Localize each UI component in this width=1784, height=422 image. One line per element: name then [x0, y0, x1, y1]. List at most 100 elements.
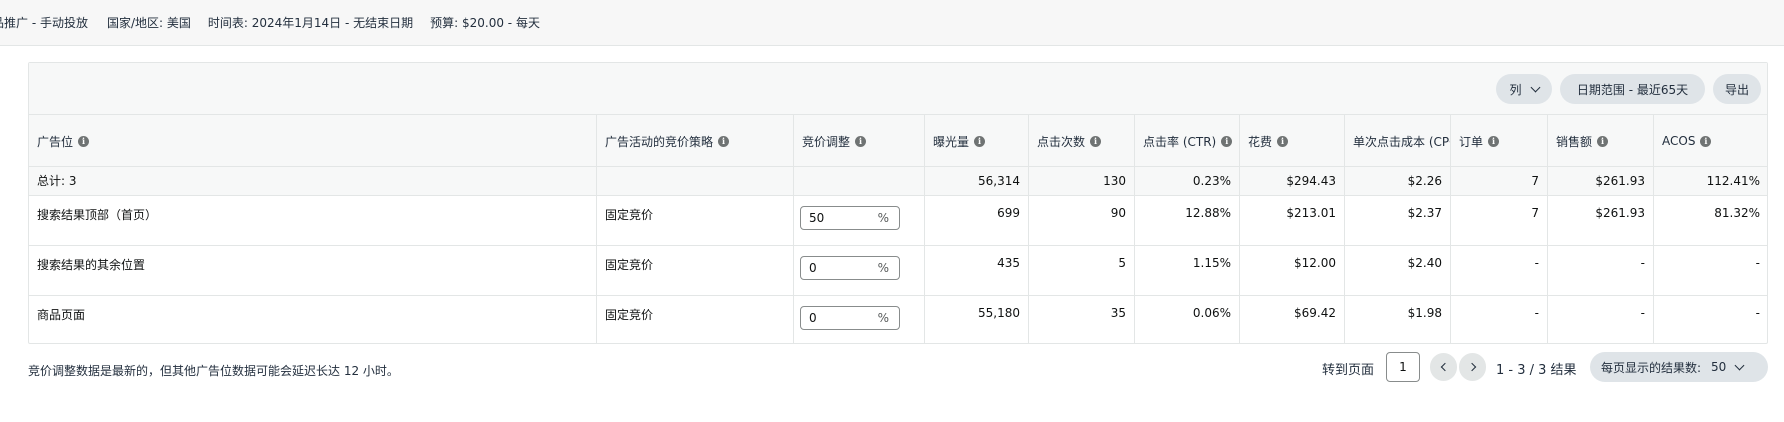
row-placement: 商品页面: [37, 308, 86, 322]
row-strategy: 固定竞价: [596, 246, 793, 295]
bid-value: 0: [809, 311, 817, 325]
row-clicks: 35: [1028, 296, 1134, 344]
row-sales: -: [1547, 246, 1653, 295]
row-placement: 搜索结果顶部（首页）: [37, 208, 158, 222]
col-header-bid-adjustment[interactable]: 竞价调整 i: [793, 115, 924, 167]
col-header-label: 单次点击成本 (CPC): [1353, 134, 1450, 149]
columns-button[interactable]: 列: [1496, 74, 1552, 104]
info-icon[interactable]: i: [1700, 135, 1712, 147]
total-impressions: 56,314: [924, 167, 1028, 195]
bid-adjustment-input[interactable]: 0 %: [800, 306, 900, 330]
bid-adjustment-input[interactable]: 50 %: [800, 206, 900, 230]
col-header-ctr[interactable]: 点击率 (CTR) i: [1134, 115, 1239, 167]
total-ctr: 0.23%: [1134, 167, 1239, 195]
total-orders: 7: [1450, 167, 1547, 195]
col-header-label: 点击次数: [1037, 134, 1086, 149]
row-impressions: 699: [924, 196, 1028, 245]
col-header-cpc[interactable]: 单次点击成本 (CPC): [1344, 115, 1450, 167]
page-number-input[interactable]: 1: [1386, 352, 1420, 382]
campaign-type: 品推广 - 手动投放: [0, 16, 88, 30]
bid-adjustment-input[interactable]: 0 %: [800, 256, 900, 280]
date-range-button[interactable]: 日期范围 - 最近65天: [1560, 74, 1705, 104]
bid-unit: %: [877, 211, 889, 225]
columns-label: 列: [1509, 82, 1522, 97]
row-cpc: $1.98: [1344, 296, 1450, 344]
table-row: 搜索结果的其余位置 固定竞价 0 % 435 5 1.15% $12.00 $2…: [29, 246, 1767, 296]
placement-table-panel: 列 日期范围 - 最近65天 导出 广告位 i 广告活动的竞价策略 i 竞价调整 i …: [28, 62, 1768, 344]
results-count: 1 - 3 / 3 结果: [1496, 363, 1577, 378]
bid-unit: %: [877, 311, 889, 325]
row-sales: -: [1547, 296, 1653, 344]
data-delay-note: 竞价调整数据是最新的，但其他广告位数据可能会延迟长达 12 小时。: [28, 364, 399, 378]
col-header-impressions[interactable]: 曝光量 i: [924, 115, 1028, 167]
row-ctr: 1.15%: [1134, 246, 1239, 295]
chevron-down-icon: [1530, 82, 1540, 92]
table-row: 搜索结果顶部（首页） 固定竞价 50 % 699 90 12.88% $213.…: [29, 196, 1767, 246]
info-icon[interactable]: i: [1221, 135, 1233, 147]
info-icon[interactable]: i: [1488, 135, 1500, 147]
total-spend: $294.43: [1239, 167, 1344, 195]
page-number-value: 1: [1399, 360, 1407, 374]
goto-page-label: 转到页面: [1322, 363, 1375, 378]
row-strategy: 固定竞价: [596, 196, 793, 245]
row-orders: -: [1450, 296, 1547, 344]
export-label: 导出: [1724, 82, 1749, 97]
row-impressions: 435: [924, 246, 1028, 295]
campaign-schedule: 时间表: 2024年1月14日 - 无结束日期: [207, 16, 414, 30]
row-acos: 81.32%: [1653, 196, 1768, 245]
col-header-label: ACOS: [1662, 134, 1696, 148]
row-clicks: 90: [1028, 196, 1134, 245]
row-cpc: $2.40: [1344, 246, 1450, 295]
row-spend: $12.00: [1239, 246, 1344, 295]
campaign-country: 国家/地区: 美国: [106, 16, 191, 30]
col-header-orders[interactable]: 订单 i: [1450, 115, 1547, 167]
row-placement: 搜索结果的其余位置: [37, 258, 146, 272]
chevron-right-icon: [1467, 362, 1476, 372]
per-page-value: 50: [1711, 360, 1727, 374]
info-icon[interactable]: i: [974, 135, 986, 147]
row-bid-cell: 0 %: [793, 296, 924, 344]
info-icon[interactable]: i: [718, 135, 730, 147]
results-per-page-select[interactable]: 每页显示的结果数: 50: [1590, 352, 1768, 382]
row-clicks: 5: [1028, 246, 1134, 295]
campaign-info-bar: 品推广 - 手动投放 国家/地区: 美国 时间表: 2024年1月14日 - 无…: [0, 0, 1784, 46]
total-clicks: 130: [1028, 167, 1134, 195]
total-strategy: [596, 167, 793, 195]
campaign-budget: 预算: $20.00 - 每天: [430, 16, 540, 30]
chevron-left-icon: [1440, 362, 1449, 372]
row-orders: -: [1450, 246, 1547, 295]
date-range-label: 日期范围 - 最近65天: [1576, 82, 1689, 97]
info-icon[interactable]: i: [1090, 135, 1102, 147]
row-cpc: $2.37: [1344, 196, 1450, 245]
col-header-clicks[interactable]: 点击次数 i: [1028, 115, 1134, 167]
table-header: 广告位 i 广告活动的竞价策略 i 竞价调整 i 曝光量 i 点击次数 i 点击率 (CT…: [29, 115, 1767, 167]
bid-value: 0: [809, 261, 817, 275]
next-page-button[interactable]: [1459, 353, 1486, 381]
info-icon[interactable]: i: [78, 135, 90, 147]
row-orders: 7: [1450, 196, 1547, 245]
total-label: 总计: 3: [37, 174, 77, 188]
col-header-label: 销售额: [1556, 134, 1593, 149]
col-header-label: 广告活动的竞价策略: [605, 134, 714, 149]
total-sales: $261.93: [1547, 167, 1653, 195]
col-header-sales[interactable]: 销售额 i: [1547, 115, 1653, 167]
per-page-label: 每页显示的结果数:: [1601, 360, 1702, 375]
prev-page-button[interactable]: [1430, 353, 1457, 381]
info-icon[interactable]: i: [855, 135, 867, 147]
row-spend: $213.01: [1239, 196, 1344, 245]
info-icon[interactable]: i: [1597, 135, 1609, 147]
row-sales: $261.93: [1547, 196, 1653, 245]
row-bid-cell: 0 %: [793, 246, 924, 295]
row-acos: -: [1653, 296, 1768, 344]
col-header-label: 订单: [1459, 134, 1484, 149]
col-header-acos[interactable]: ACOS i: [1653, 115, 1768, 167]
export-button[interactable]: 导出: [1713, 74, 1761, 104]
row-impressions: 55,180: [924, 296, 1028, 344]
col-header-label: 点击率 (CTR): [1143, 134, 1217, 149]
col-header-bid-strategy[interactable]: 广告活动的竞价策略 i: [596, 115, 793, 167]
row-spend: $69.42: [1239, 296, 1344, 344]
col-header-placement[interactable]: 广告位 i: [29, 115, 596, 167]
info-icon[interactable]: i: [1277, 135, 1289, 147]
col-header-label: 广告位: [37, 134, 74, 149]
col-header-spend[interactable]: 花费 i: [1239, 115, 1344, 167]
